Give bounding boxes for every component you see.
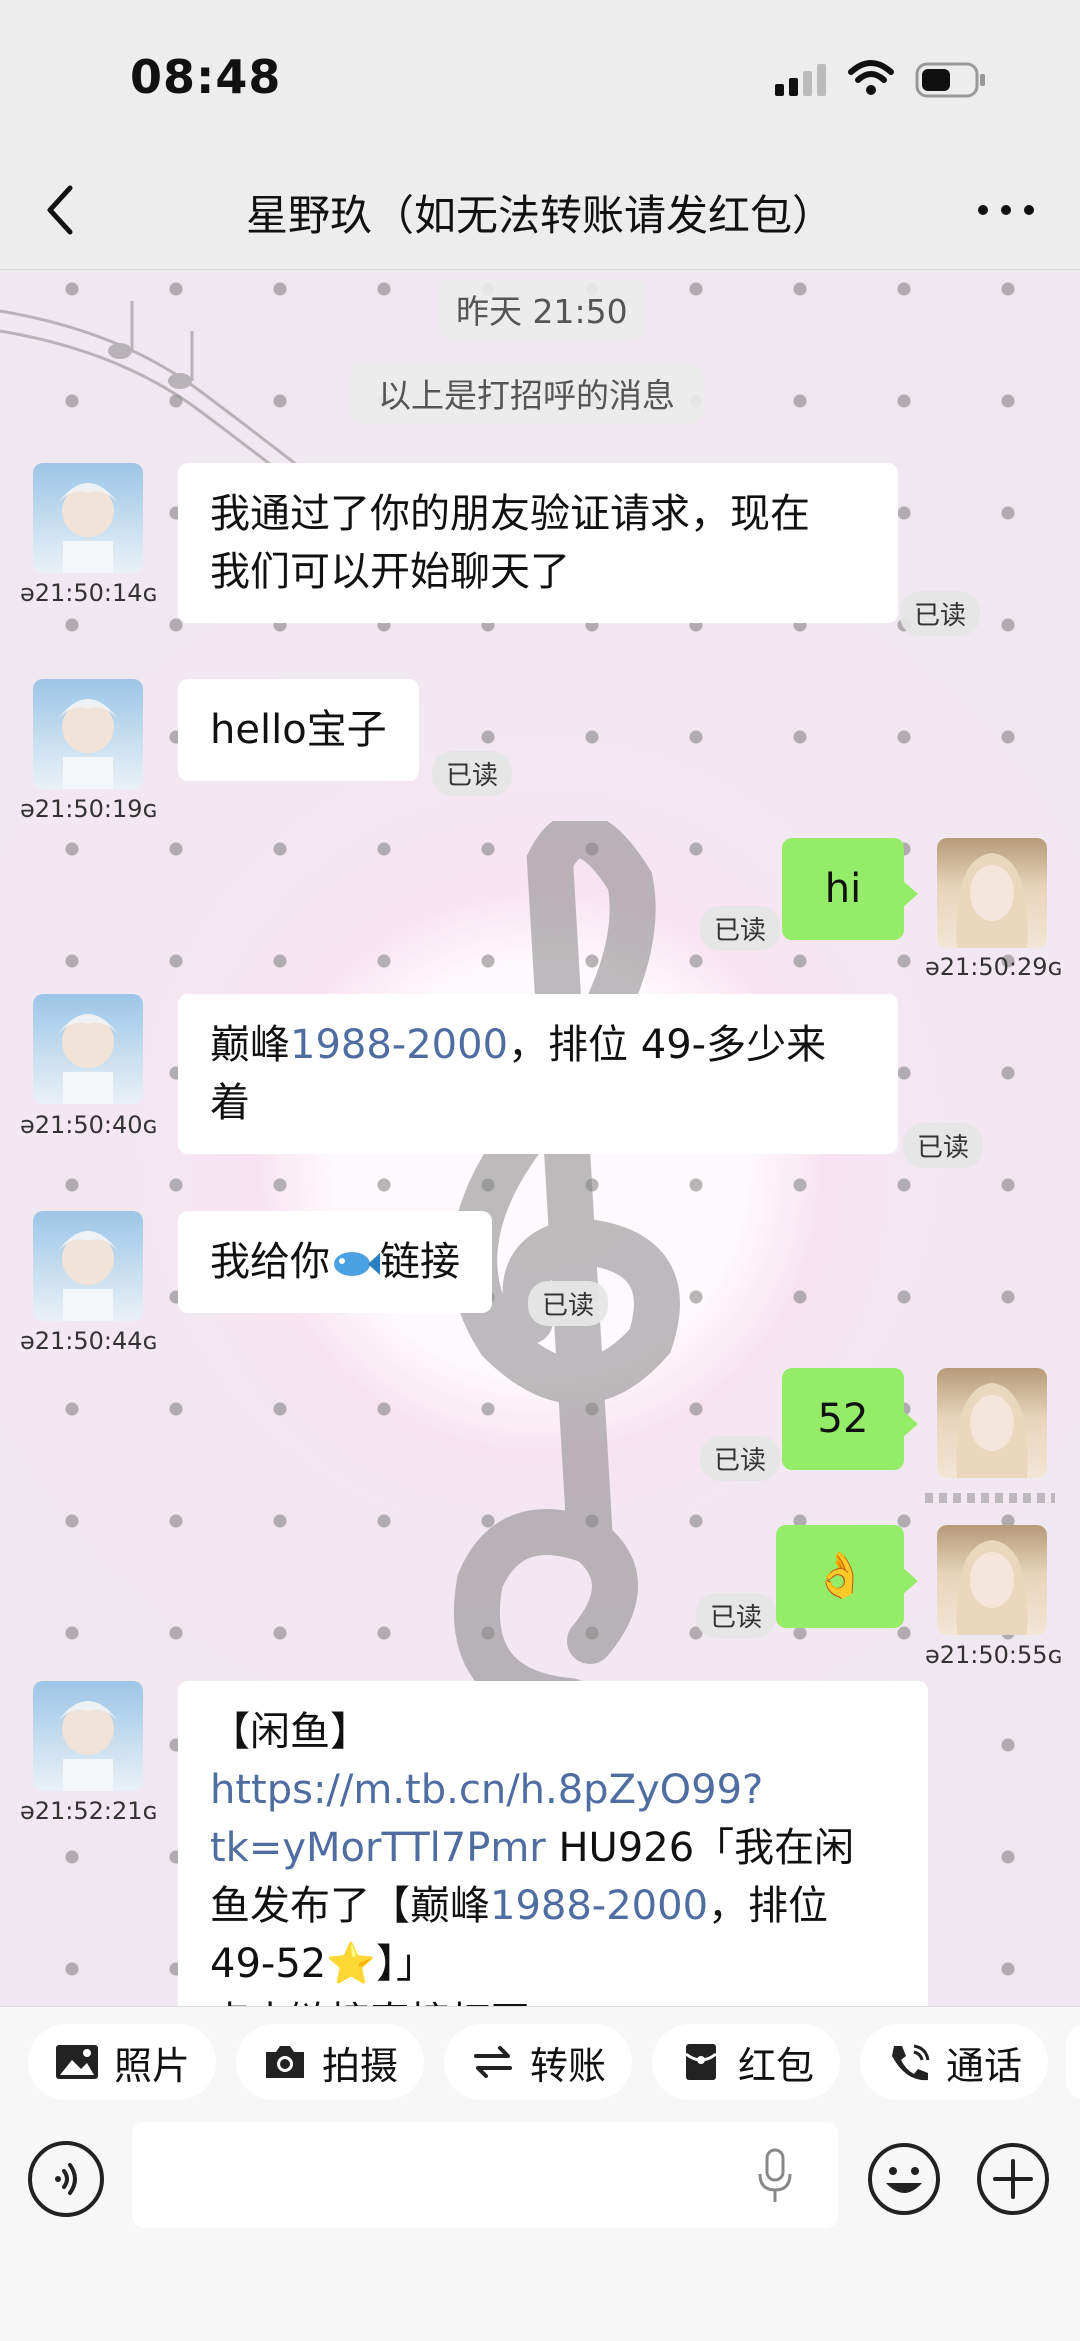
wifi-icon [848, 60, 894, 95]
message-timestamp: ə21:50:55ɢ [925, 1641, 1063, 1669]
status-time: 08:48 [130, 50, 282, 104]
message-bubble[interactable]: 我通过了你的朋友验证请求，现在 我们可以开始聊天了 [178, 463, 898, 623]
more-tools-button[interactable] [1066, 2024, 1080, 2100]
message-bubble-sent[interactable]: 52 [782, 1368, 918, 1470]
message-text: hello宝子 [210, 707, 387, 753]
inline-link[interactable]: https://m.tb.cn/h.8pZyO99? [210, 1767, 763, 1813]
read-status: 已读 [528, 1281, 609, 1326]
back-arrow-icon[interactable] [40, 180, 80, 240]
message-text: 鱼发布了【巅峰 [210, 1883, 490, 1929]
call-label: 通话 [946, 2043, 1023, 2088]
transfer-icon [474, 2046, 512, 2078]
message-text-line: 49-52⭐】」 [210, 1941, 437, 1987]
chat-message-list[interactable]: 昨天 21:50 以上是打招呼的消息 ə21:50:14ɢ 我通过了你的朋友验证… [0, 271, 1080, 2006]
message-text-line: tk=yMorTTl7Pmr HU926「我在闲 [210, 1819, 896, 1877]
message-text: 链接 [380, 1239, 460, 1285]
camera-button[interactable]: 拍摄 [236, 2024, 425, 2100]
message-timestamp: ə21:50:44ɢ [20, 1327, 158, 1355]
message-text-line: 巅峰1988-2000，排位 49-多少来 [210, 1016, 866, 1074]
read-status: 已读 [696, 1593, 777, 1638]
message-text-line: 【闲鱼】 https://m.tb.cn/h.8pZyO99? [210, 1703, 896, 1819]
message-text: HU926「我在闲 [545, 1825, 855, 1871]
message-text-line: 着 [210, 1080, 250, 1126]
red-packet-icon [685, 2044, 717, 2080]
plus-icon[interactable] [975, 2141, 1051, 2217]
message-timestamp: ə21:50:40ɢ [20, 1111, 158, 1139]
message-timestamp: ə21:50:19ɢ [20, 795, 158, 823]
message-text: 我给你 [210, 1239, 330, 1285]
camera-icon [266, 2046, 304, 2078]
camera-label: 拍摄 [322, 2043, 399, 2088]
blurred-timestamp [925, 1493, 1055, 1503]
call-button[interactable]: 通话 [860, 2024, 1049, 2100]
red-packet-button[interactable]: 红包 [652, 2024, 841, 2100]
transfer-button[interactable]: 转账 [444, 2024, 633, 2100]
message-text: 52 [817, 1396, 869, 1442]
photo-icon [56, 2045, 98, 2079]
emoji-icon[interactable] [866, 2141, 942, 2217]
battery-icon [915, 62, 985, 98]
message-bubble[interactable]: hello宝子 [178, 679, 419, 781]
inline-link[interactable]: tk=yMorTTl7Pmr [210, 1825, 546, 1871]
voice-wave-icon [55, 2163, 77, 2195]
more-options-icon[interactable] [975, 195, 1037, 225]
message-text: ，排位 [708, 1883, 829, 1929]
my-avatar[interactable] [937, 1525, 1047, 1635]
status-bar: 08:48 [0, 0, 1080, 150]
voice-mode-button[interactable] [28, 2141, 104, 2217]
fish-emoji-icon [334, 1252, 380, 1276]
message-text: ，排位 49-多少来 [508, 1022, 827, 1068]
message-text: hi [824, 866, 862, 912]
cellular-signal-icon [775, 64, 826, 96]
read-status: 已读 [900, 591, 981, 636]
message-bubble[interactable]: 【闲鱼】 https://m.tb.cn/h.8pZyO99? tk=yMorTT… [178, 1681, 928, 2006]
message-timestamp: ə21:50:14ɢ [20, 579, 158, 607]
microphone-icon[interactable] [755, 2146, 795, 2206]
message-text-line: 点击链接直接打开 [210, 1993, 896, 2006]
phone-icon [892, 2044, 930, 2081]
read-status: 已读 [432, 751, 513, 796]
my-avatar[interactable] [937, 838, 1047, 948]
contact-avatar[interactable] [33, 994, 143, 1104]
contact-avatar[interactable] [33, 679, 143, 789]
message-bubble-sent[interactable]: hi [782, 838, 918, 940]
system-notice: 以上是打招呼的消息 [350, 363, 703, 423]
my-avatar[interactable] [937, 1368, 1047, 1478]
chat-header: 星野玖（如无法转账请发红包） [0, 150, 1080, 270]
contact-avatar[interactable] [33, 1211, 143, 1321]
message-input[interactable] [132, 2122, 838, 2228]
message-text-line: 鱼发布了【巅峰1988-2000，排位 [210, 1877, 896, 1935]
contact-avatar[interactable] [33, 463, 143, 573]
quick-action-toolbar: 照片 拍摄 转账 红包 通话 [0, 2006, 1080, 2116]
message-text: 巅峰 [210, 1022, 290, 1068]
transfer-label: 转账 [530, 2043, 607, 2088]
message-text-line: 我们可以开始聊天了 [210, 549, 570, 595]
photo-label: 照片 [114, 2043, 191, 2088]
red-packet-label: 红包 [738, 2043, 815, 2088]
message-input-bar [0, 2116, 1080, 2341]
message-timestamp: ə21:52:21ɢ [20, 1797, 158, 1825]
read-status: 已读 [903, 1123, 984, 1168]
contact-avatar[interactable] [33, 1681, 143, 1791]
message-timestamp: ə21:50:29ɢ [925, 953, 1063, 981]
chat-title: 星野玖（如无法转账请发红包） [245, 191, 834, 240]
photo-button[interactable]: 照片 [28, 2024, 217, 2100]
message-text: 【闲鱼】 [210, 1709, 370, 1755]
inline-link[interactable]: 1988-2000 [490, 1883, 708, 1929]
message-bubble[interactable]: 我给你 链接 [178, 1211, 492, 1313]
inline-link[interactable]: 1988-2000 [290, 1022, 508, 1068]
read-status: 已读 [700, 1436, 781, 1481]
message-text-line: 我通过了你的朋友验证请求，现在 [210, 491, 810, 537]
read-status: 已读 [700, 906, 781, 951]
ok-hand-emoji: 👌 [812, 1550, 868, 1601]
message-bubble[interactable]: 巅峰1988-2000，排位 49-多少来 着 [178, 994, 898, 1154]
date-label: 昨天 21:50 [438, 279, 646, 339]
message-bubble-sent[interactable]: 👌 [776, 1525, 918, 1628]
